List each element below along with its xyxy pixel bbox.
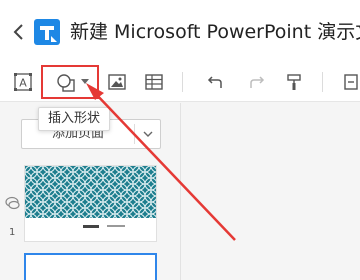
back-arrow-icon[interactable] bbox=[12, 22, 26, 42]
add-page-divider bbox=[134, 124, 135, 144]
app-window: 新建 Microsoft PowerPoint 演示文稿 A bbox=[0, 0, 360, 280]
toolbar: A bbox=[0, 62, 360, 102]
app-logo-icon bbox=[34, 19, 60, 45]
slide-thumbnail-2[interactable] bbox=[24, 253, 157, 280]
slide-number: 1 bbox=[9, 227, 16, 238]
text-box-icon: A bbox=[14, 73, 32, 91]
more-button[interactable] bbox=[338, 69, 360, 95]
chevron-down-icon bbox=[81, 79, 89, 84]
redo-icon bbox=[250, 76, 265, 88]
redo-button[interactable] bbox=[244, 69, 270, 95]
slide-thumbnail-1[interactable] bbox=[24, 165, 157, 242]
toolbar-separator bbox=[182, 72, 183, 92]
shape-icon bbox=[57, 74, 75, 92]
insert-table-button[interactable] bbox=[141, 69, 167, 95]
insert-shape-tooltip: 插入形状 bbox=[38, 107, 110, 131]
title-bar: 新建 Microsoft PowerPoint 演示文稿 bbox=[0, 0, 360, 62]
text-box-button[interactable]: A bbox=[10, 69, 36, 95]
format-painter-button[interactable] bbox=[281, 69, 307, 95]
image-icon bbox=[108, 74, 126, 90]
comment-icon[interactable] bbox=[4, 195, 20, 211]
document-title: 新建 Microsoft PowerPoint 演示文稿 bbox=[70, 21, 360, 43]
svg-text:A: A bbox=[19, 77, 27, 90]
more-icon bbox=[344, 74, 358, 90]
chevron-down-icon[interactable] bbox=[142, 128, 154, 140]
insert-image-button[interactable] bbox=[104, 69, 130, 95]
format-painter-icon bbox=[287, 74, 301, 90]
insert-shape-button[interactable] bbox=[41, 65, 99, 99]
slide-pattern bbox=[25, 166, 156, 218]
undo-icon bbox=[207, 76, 222, 88]
slide-caption-lines bbox=[83, 225, 125, 228]
table-icon bbox=[145, 74, 163, 90]
undo-button[interactable] bbox=[202, 69, 228, 95]
toolbar-separator bbox=[322, 72, 323, 92]
